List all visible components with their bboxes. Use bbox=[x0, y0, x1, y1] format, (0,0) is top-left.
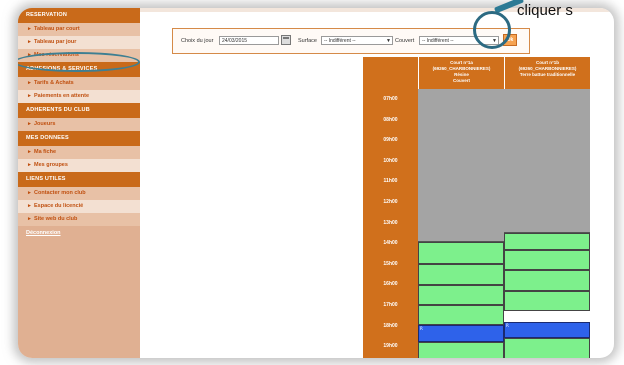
hour-label: 15h00 bbox=[383, 260, 398, 267]
sidebar-item-label: Tableau par court bbox=[34, 26, 80, 32]
date-label: Choix du jour bbox=[181, 38, 214, 44]
sidebar-section-title: LIENS UTILES bbox=[18, 172, 140, 187]
arrow-right-icon: ► bbox=[27, 203, 32, 209]
hours-header bbox=[363, 57, 418, 89]
arrow-right-icon: ► bbox=[27, 80, 32, 86]
hour-label: 08h00 bbox=[383, 116, 398, 123]
tableau-par-jour-highlight bbox=[18, 52, 140, 72]
hour-label: 18h00 bbox=[383, 322, 398, 329]
hour-label: 11h00 bbox=[383, 178, 398, 185]
sidebar-item[interactable]: ► Contacter mon club bbox=[18, 187, 140, 200]
free-slot[interactable] bbox=[504, 233, 590, 250]
sidebar-menu: RESERVATION ► Tableau par court ► Tableau pa… bbox=[18, 8, 140, 358]
court-surface: Terre battue traditionnelle bbox=[519, 72, 576, 77]
sidebar-item[interactable]: ► Tableau par jour bbox=[18, 36, 140, 49]
unavailable-slot bbox=[418, 89, 504, 243]
arrow-right-icon: ► bbox=[27, 121, 32, 127]
ok-button-highlight bbox=[473, 11, 511, 49]
reserved-slot-label: R bbox=[420, 325, 423, 331]
surface-select-value: -- Indifférent -- bbox=[324, 38, 356, 44]
sidebar-item[interactable]: ► Tableau par court bbox=[18, 23, 140, 36]
arrow-right-icon: ► bbox=[27, 149, 32, 155]
sidebar-section-title: ADHERENTS DU CLUB bbox=[18, 103, 140, 118]
hour-label: 14h00 bbox=[383, 240, 398, 247]
reserved-slot[interactable]: R bbox=[504, 321, 590, 339]
callout-text: cliquer s bbox=[517, 2, 573, 19]
hour-label: 20h00 bbox=[363, 357, 418, 358]
arrow-right-icon: ► bbox=[27, 190, 32, 196]
sidebar-item[interactable]: ► Espace du licencié bbox=[18, 200, 140, 213]
hour-label: 19h00 bbox=[383, 343, 398, 350]
sidebar-item-label: Ma fiche bbox=[34, 149, 57, 155]
reserved-slot-label: R bbox=[506, 322, 509, 328]
hour-label: 10h00 bbox=[383, 157, 398, 164]
arrow-right-icon: ► bbox=[27, 93, 32, 99]
couvert-select-value: -- Indifférent -- bbox=[422, 38, 454, 44]
sidebar-section-title: MES DONNEES bbox=[18, 131, 140, 146]
sidebar-item-label: Site web du club bbox=[34, 216, 78, 222]
hour-label: 12h00 bbox=[383, 198, 398, 205]
sidebar-item[interactable]: ► Tarifs & Achats bbox=[18, 77, 140, 90]
hour-label: 07h00 bbox=[383, 96, 398, 102]
couvert-label: Couvert bbox=[395, 38, 415, 44]
free-slot[interactable] bbox=[504, 338, 590, 358]
sidebar-item-label: Joueurs bbox=[34, 121, 56, 127]
sidebar-item-label: Paiements en attente bbox=[34, 93, 90, 99]
arrow-right-icon: ► bbox=[27, 162, 32, 168]
free-slot[interactable] bbox=[418, 342, 504, 358]
free-slot[interactable] bbox=[418, 284, 504, 306]
sidebar-item-label: Espace du licencié bbox=[34, 203, 84, 209]
arrow-right-icon: ► bbox=[27, 26, 32, 32]
reserved-slot[interactable]: R bbox=[418, 324, 504, 343]
reservation-grid: 07h00 08h00 09h00 10h00 11h00 12h00 13h00 14h00… bbox=[363, 57, 604, 358]
hour-label: 09h00 bbox=[383, 137, 398, 144]
sidebar-item-label: Mes groupes bbox=[34, 162, 68, 168]
arrow-right-icon: ► bbox=[27, 39, 32, 45]
hours-column: 07h00 08h00 09h00 10h00 11h00 12h00 13h00 14h00… bbox=[363, 57, 418, 358]
sidebar-item[interactable]: ► Site web du club bbox=[18, 213, 140, 226]
chevron-down-icon: ▼ bbox=[386, 38, 391, 44]
hour-label: 13h00 bbox=[383, 219, 398, 226]
sidebar-item[interactable]: ► Mes groupes bbox=[18, 159, 140, 172]
surface-label: Surface bbox=[298, 38, 317, 44]
court-column: Court n°1a (69260_CHARBONNIERES) Résine Cou… bbox=[418, 57, 504, 358]
court-header: Court n°1a (69260_CHARBONNIERES) Résine Cou… bbox=[418, 57, 504, 89]
hour-label: 17h00 bbox=[383, 301, 398, 308]
court-column: Court n°1b (69260_CHARBONNIERES) Terre bat… bbox=[504, 57, 590, 358]
calendar-icon[interactable] bbox=[281, 35, 291, 45]
unavailable-slot bbox=[504, 89, 590, 234]
hour-label: 16h00 bbox=[383, 281, 398, 288]
sidebar-item-label: Tarifs & Achats bbox=[34, 80, 74, 86]
free-slot[interactable] bbox=[418, 305, 504, 325]
sidebar-item[interactable]: ► Paiements en attente bbox=[18, 90, 140, 103]
sidebar-item-label: Tableau par jour bbox=[34, 39, 77, 45]
sidebar-item[interactable]: ► Joueurs bbox=[18, 118, 140, 131]
surface-select[interactable]: -- Indifférent -- ▼ bbox=[321, 36, 393, 45]
court-type: Couvert bbox=[452, 78, 470, 83]
free-slot[interactable] bbox=[504, 270, 590, 291]
sidebar-item-label: Contacter mon club bbox=[34, 190, 86, 196]
date-input[interactable]: 24/03/2015 bbox=[219, 36, 279, 45]
app-frame: RESERVATION ► Tableau par court ► Tableau pa… bbox=[18, 8, 614, 358]
sidebar-section-title: RESERVATION bbox=[18, 8, 140, 23]
court-header: Court n°1b (69260_CHARBONNIERES) Terre bat… bbox=[504, 57, 590, 89]
free-slot[interactable] bbox=[504, 249, 590, 271]
arrow-right-icon: ► bbox=[27, 216, 32, 222]
sidebar-item[interactable]: ► Ma fiche bbox=[18, 146, 140, 159]
logout-link[interactable]: Déconnexion bbox=[18, 230, 140, 236]
free-slot[interactable] bbox=[418, 264, 504, 285]
free-slot[interactable] bbox=[418, 242, 504, 265]
free-slot[interactable] bbox=[504, 290, 590, 312]
